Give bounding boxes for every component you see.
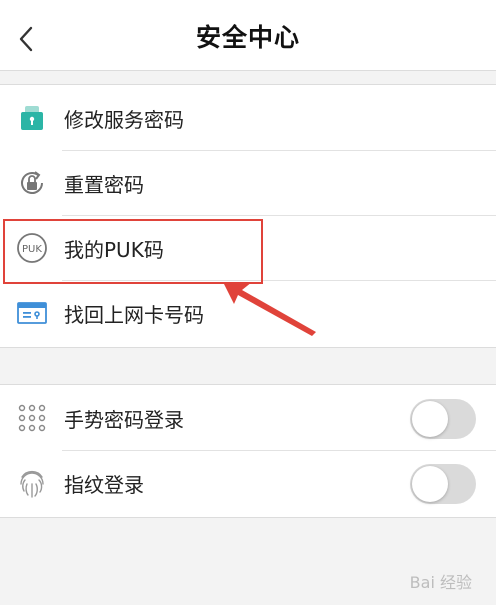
my-puk-code-item[interactable]: PUK 我的PUK码 <box>0 215 496 280</box>
gesture-grid-icon <box>14 402 50 434</box>
page-title: 安全中心 <box>195 23 300 52</box>
sim-card-icon <box>14 297 50 329</box>
row-label: 修改服务密码 <box>64 108 184 132</box>
puk-icon: PUK <box>14 232 50 264</box>
lock-card-icon <box>14 102 50 134</box>
change-service-password-item[interactable]: 修改服务密码 <box>0 85 496 150</box>
login-settings-group: 手势密码登录 指纹登录 <box>0 384 496 518</box>
gesture-login-toggle[interactable] <box>410 399 476 439</box>
row-label: 指纹登录 <box>64 473 144 497</box>
row-label: 手势密码登录 <box>64 408 184 432</box>
header: 安全中心 <box>0 0 496 71</box>
row-label: 找回上网卡号码 <box>64 303 204 327</box>
row-label: 我的PUK码 <box>64 238 164 262</box>
toggle-knob <box>412 401 448 437</box>
reset-password-item[interactable]: 重置密码 <box>0 150 496 215</box>
annotation-arrow <box>224 282 316 336</box>
row-label: 重置密码 <box>64 173 144 197</box>
fingerprint-login-toggle[interactable] <box>410 464 476 504</box>
watermark: Bai 经验 <box>409 573 472 592</box>
reset-lock-icon <box>14 167 50 199</box>
gesture-login-item: 手势密码登录 <box>0 385 496 450</box>
fingerprint-icon <box>14 467 50 499</box>
toggle-knob <box>412 466 448 502</box>
fingerprint-login-item: 指纹登录 <box>0 450 496 515</box>
svg-text:PUK: PUK <box>22 244 42 255</box>
